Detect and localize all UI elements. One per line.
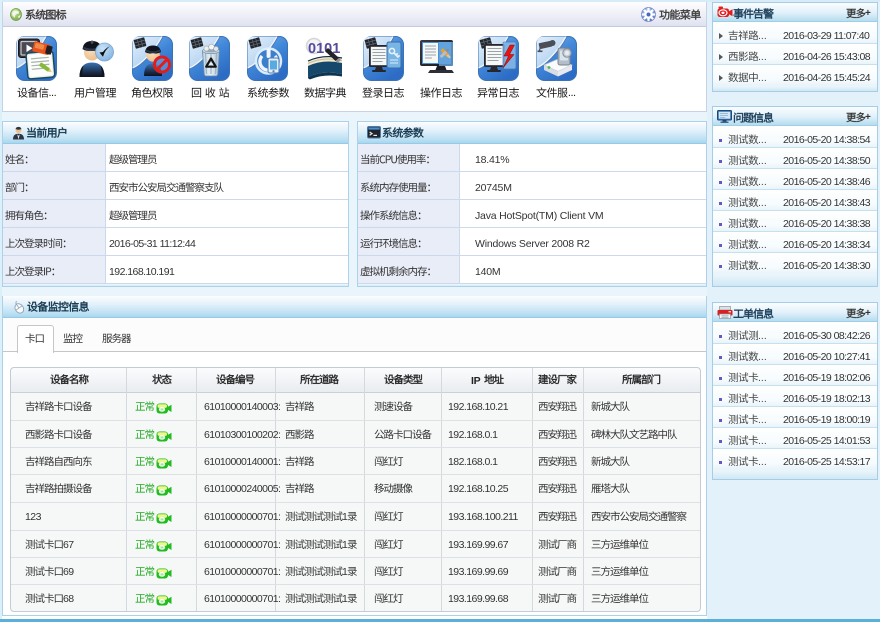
svg-text:0101: 0101: [308, 41, 340, 57]
